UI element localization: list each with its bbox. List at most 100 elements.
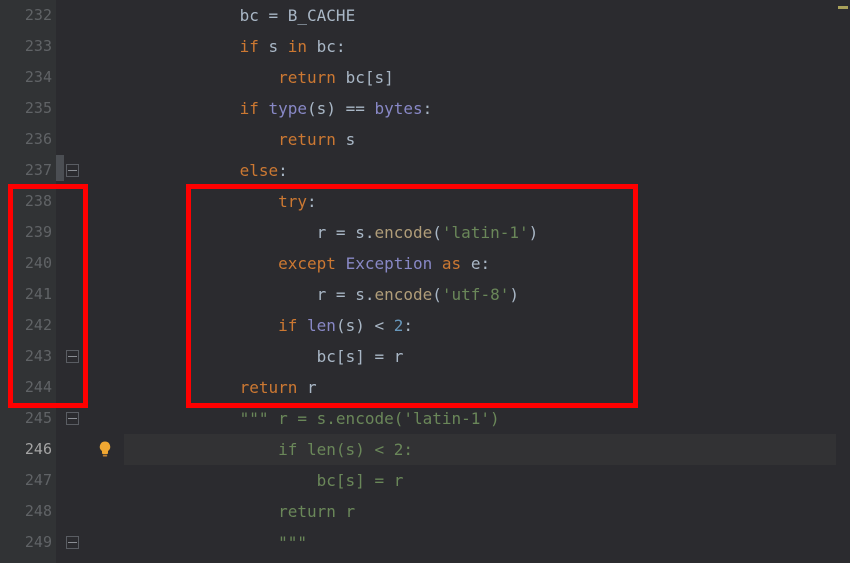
line-number[interactable]: 233 — [10, 31, 52, 62]
token-op: = — [336, 285, 355, 304]
scrollbar[interactable] — [836, 0, 850, 563]
token-whitespace — [307, 37, 317, 56]
line-number[interactable]: 245 — [10, 403, 52, 434]
token-op: : — [307, 192, 317, 211]
token-kw: except — [278, 254, 336, 273]
token-name: s — [346, 130, 356, 149]
code-line[interactable]: bc[s] = r — [124, 341, 850, 372]
token-op: ( — [336, 316, 346, 335]
token-op: ) — [326, 99, 345, 118]
code-area[interactable]: bc = B_CACHE if s in bc: return bc[s] if… — [124, 0, 850, 563]
code-line[interactable]: return r — [124, 372, 850, 403]
fold-toggle[interactable] — [66, 412, 79, 425]
token-op: ( — [307, 99, 317, 118]
token-op: : — [423, 99, 433, 118]
line-number[interactable]: 236 — [10, 124, 52, 155]
token-whitespace — [124, 68, 278, 87]
fold-toggle[interactable] — [66, 536, 79, 549]
line-number[interactable]: 243 — [10, 341, 52, 372]
code-line[interactable]: bc[s] = r — [124, 465, 850, 496]
token-op: : — [480, 254, 490, 273]
token-name: r — [307, 378, 317, 397]
line-number[interactable]: 234 — [10, 62, 52, 93]
token-whitespace — [124, 409, 240, 428]
token-op: ) — [355, 316, 374, 335]
token-cmt: if len(s) < 2: — [278, 440, 413, 459]
token-whitespace — [124, 254, 278, 273]
code-line[interactable]: return s — [124, 124, 850, 155]
token-op: = — [374, 347, 393, 366]
fold-range-indicator — [56, 155, 64, 181]
token-whitespace — [336, 130, 346, 149]
lightbulb-icon[interactable] — [96, 440, 114, 458]
token-name: s — [346, 347, 356, 366]
token-name: r — [317, 285, 336, 304]
token-cmt: bc[s] = r — [317, 471, 404, 490]
line-number[interactable]: 240 — [10, 248, 52, 279]
token-name: r — [317, 223, 336, 242]
code-line[interactable]: if len(s) < 2: — [124, 434, 850, 465]
code-line[interactable]: bc = B_CACHE — [124, 0, 850, 31]
line-number[interactable]: 247 — [10, 465, 52, 496]
line-number-column[interactable]: 2322332342352362372382392402412422432442… — [0, 0, 56, 563]
token-str: 'latin-1' — [442, 223, 529, 242]
line-number[interactable]: 248 — [10, 496, 52, 527]
token-kw: return — [278, 68, 336, 87]
token-name: s — [317, 99, 327, 118]
code-line[interactable]: r = s.encode('utf-8') — [124, 279, 850, 310]
code-line[interactable]: if type(s) == bytes: — [124, 93, 850, 124]
breakpoint-column[interactable] — [56, 0, 64, 563]
token-name: r — [394, 347, 404, 366]
line-number[interactable]: 246 — [10, 434, 52, 465]
line-number[interactable]: 249 — [10, 527, 52, 558]
token-whitespace — [461, 254, 471, 273]
code-line[interactable]: try: — [124, 186, 850, 217]
line-number[interactable]: 238 — [10, 186, 52, 217]
line-number[interactable]: 232 — [10, 0, 52, 31]
code-line[interactable]: r = s.encode('latin-1') — [124, 217, 850, 248]
fold-toggle[interactable] — [66, 164, 79, 177]
code-line[interactable]: return bc[s] — [124, 62, 850, 93]
token-whitespace — [259, 99, 269, 118]
code-line[interactable]: if s in bc: — [124, 31, 850, 62]
token-kw: return — [240, 378, 298, 397]
token-whitespace — [124, 502, 278, 521]
token-whitespace — [124, 533, 278, 552]
code-line[interactable]: else: — [124, 155, 850, 186]
token-whitespace — [124, 99, 240, 118]
code-line[interactable]: """ r = s.encode('latin-1') — [124, 403, 850, 434]
token-whitespace — [336, 68, 346, 87]
token-func: encode — [374, 223, 432, 242]
line-number[interactable]: 241 — [10, 279, 52, 310]
token-kw: if — [240, 99, 259, 118]
token-whitespace — [124, 316, 278, 335]
token-op: = — [336, 223, 355, 242]
token-whitespace — [124, 285, 317, 304]
line-number[interactable]: 242 — [10, 310, 52, 341]
line-number[interactable]: 244 — [10, 372, 52, 403]
token-whitespace — [124, 37, 240, 56]
token-exc: Exception — [346, 254, 433, 273]
annotation-column — [88, 0, 124, 563]
token-op: ( — [432, 223, 442, 242]
token-whitespace — [124, 130, 278, 149]
line-number[interactable]: 235 — [10, 93, 52, 124]
token-kw: else — [240, 161, 279, 180]
token-builtin: bytes — [374, 99, 422, 118]
line-number[interactable]: 237 — [10, 155, 52, 186]
token-name: s — [355, 223, 365, 242]
code-editor[interactable]: 2322332342352362372382392402412422432442… — [0, 0, 850, 563]
code-line[interactable]: """ — [124, 527, 850, 558]
code-line[interactable]: if len(s) < 2: — [124, 310, 850, 341]
fold-toggle[interactable] — [66, 350, 79, 363]
fold-column[interactable] — [64, 0, 88, 563]
token-name: s — [346, 316, 356, 335]
token-op: ] — [355, 347, 374, 366]
code-line[interactable]: except Exception as e: — [124, 248, 850, 279]
token-whitespace — [124, 347, 317, 366]
token-name: bc — [240, 6, 269, 25]
scrollbar-warning-mark[interactable] — [838, 6, 848, 9]
code-line[interactable]: return r — [124, 496, 850, 527]
token-op: ] — [384, 68, 394, 87]
line-number[interactable]: 239 — [10, 217, 52, 248]
